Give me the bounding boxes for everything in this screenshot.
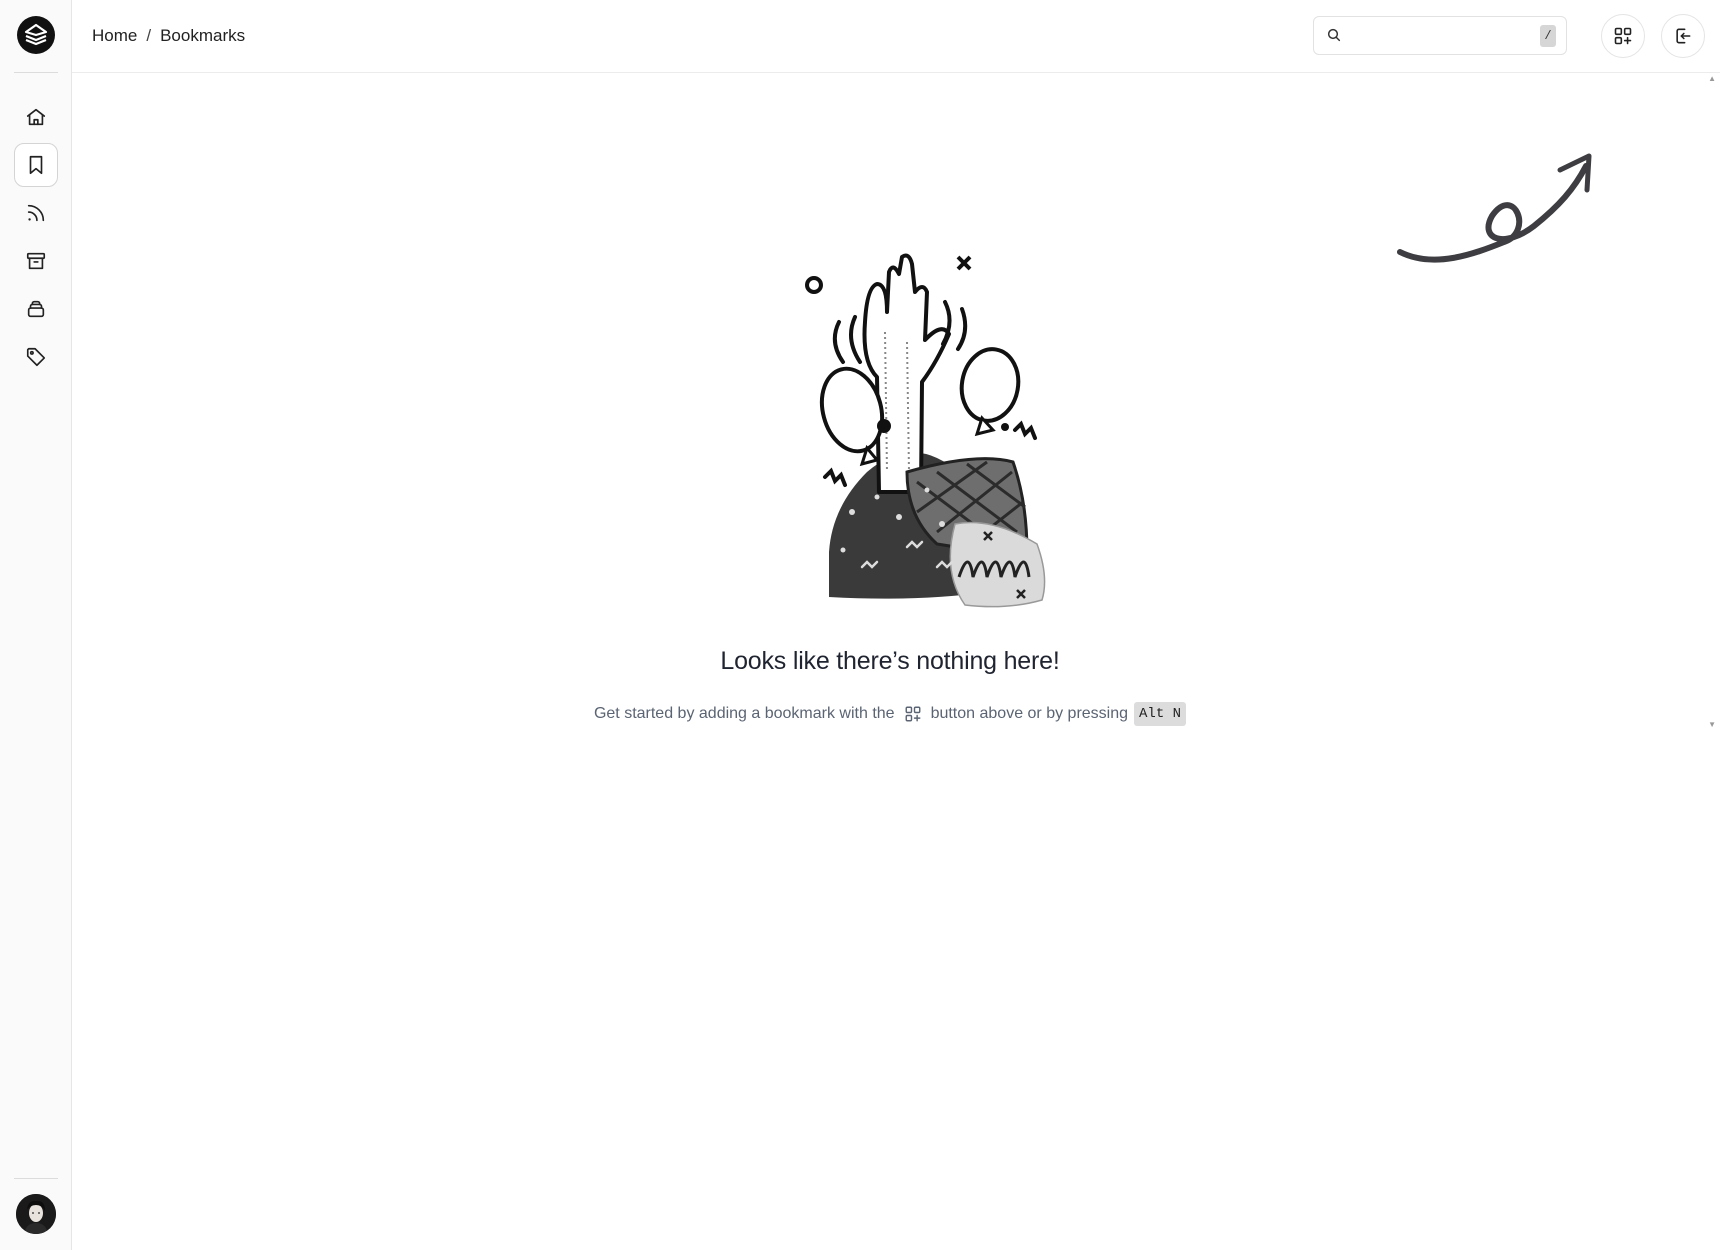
breadcrumb-current: Bookmarks <box>160 26 246 45</box>
tag-icon <box>26 347 46 367</box>
sidebar-item-home[interactable] <box>14 95 58 139</box>
empty-state-subtitle-before: Get started by adding a bookmark with th… <box>593 705 895 722</box>
scrollbar-down-arrow[interactable]: ▼ <box>1708 720 1716 729</box>
app-logo[interactable] <box>17 16 55 54</box>
empty-state-subtitle-after: button above or by pressing <box>930 705 1129 722</box>
empty-state-subtitle: Get started by adding a bookmark with th… <box>72 702 1708 726</box>
layers-logo-icon <box>24 23 48 46</box>
logout-button[interactable] <box>1661 14 1705 58</box>
sidebar-item-feeds[interactable] <box>14 191 58 235</box>
search-shortcut-key: / <box>1540 25 1556 47</box>
stack-icon <box>27 300 45 318</box>
breadcrumb: Home / Bookmarks <box>92 26 245 46</box>
add-bookmark-shortcut: Alt N <box>1134 702 1187 726</box>
archive-icon <box>26 252 46 270</box>
bookmark-icon <box>29 155 43 175</box>
avatar-image <box>16 1194 56 1234</box>
main-content: Looks like there’s nothing here! Get sta… <box>72 74 1720 1250</box>
sidebar-divider <box>14 1178 58 1179</box>
sidebar-divider <box>14 72 58 73</box>
empty-state-title: Looks like there’s nothing here! <box>720 647 1060 675</box>
add-bookmark-icon <box>1614 27 1632 45</box>
sidebar <box>0 0 72 1250</box>
sidebar-item-tags[interactable] <box>14 335 58 379</box>
sidebar-item-bookmarks[interactable] <box>14 143 58 187</box>
rss-icon <box>27 204 45 222</box>
empty-state-illustration <box>805 253 1046 608</box>
add-bookmark-inline-icon <box>904 705 922 723</box>
arrow-doodle-icon <box>1397 153 1592 263</box>
breadcrumb-home[interactable]: Home <box>92 26 137 46</box>
search-box[interactable]: / <box>1313 16 1567 55</box>
home-icon <box>26 108 46 126</box>
scrollbar-up-arrow[interactable]: ▲ <box>1708 74 1716 83</box>
search-icon <box>1327 28 1341 42</box>
sidebar-item-archive[interactable] <box>14 239 58 283</box>
logout-icon <box>1676 28 1691 44</box>
user-avatar[interactable] <box>16 1194 56 1234</box>
search-input[interactable] <box>1350 23 1520 49</box>
top-bar: Home / Bookmarks / <box>72 0 1720 73</box>
breadcrumb-separator: / <box>146 26 152 45</box>
add-bookmark-button[interactable] <box>1601 14 1645 58</box>
sidebar-item-collections[interactable] <box>14 287 58 331</box>
